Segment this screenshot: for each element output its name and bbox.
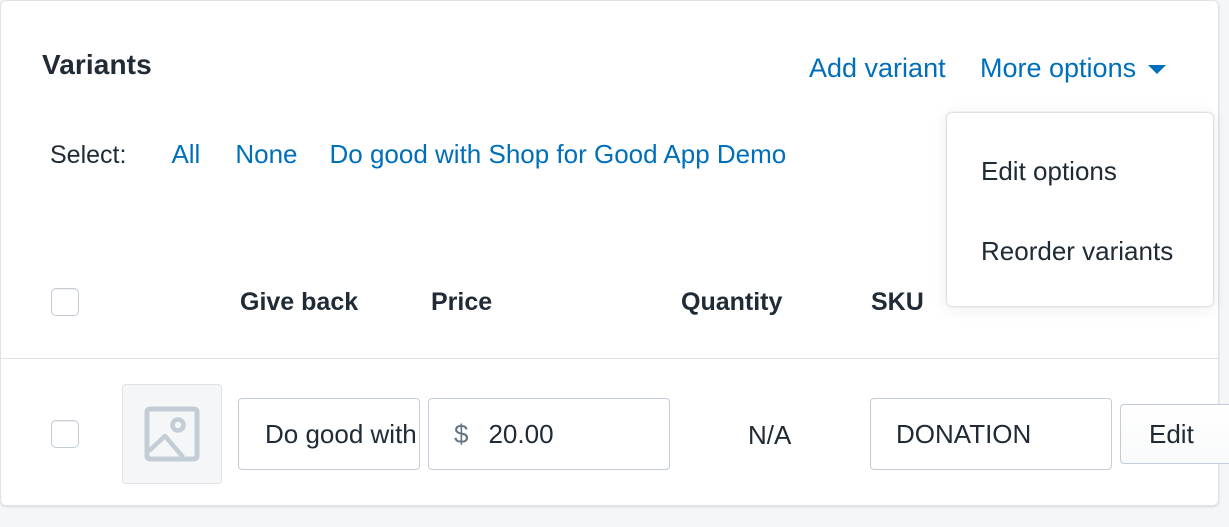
- select-none-link[interactable]: None: [235, 139, 297, 170]
- more-options-menu: Edit options Reorder variants: [946, 112, 1214, 307]
- select-all-checkbox[interactable]: [51, 288, 79, 316]
- column-header-sku: SKU: [871, 288, 924, 316]
- variant-thumbnail[interactable]: [122, 384, 222, 484]
- column-header-price: Price: [431, 288, 493, 316]
- more-options-button[interactable]: More options: [980, 53, 1167, 84]
- edit-button-label: Edit: [1149, 418, 1194, 449]
- variants-card: Variants Add variant More options Select…: [0, 0, 1229, 506]
- price-input[interactable]: $ 20.00: [428, 398, 670, 470]
- quantity-value: N/A: [748, 420, 792, 450]
- give-back-value: Do good with Shop for Good App Demo: [265, 418, 419, 449]
- caret-down-icon: [1148, 65, 1167, 74]
- select-all-link[interactable]: All: [171, 139, 200, 170]
- row-checkbox[interactable]: [51, 420, 79, 448]
- edit-variant-button[interactable]: Edit: [1120, 404, 1229, 464]
- add-variant-link[interactable]: Add variant: [809, 53, 946, 84]
- sku-input[interactable]: DONATION: [870, 398, 1112, 470]
- select-label: Select:: [50, 141, 127, 169]
- table-divider: [1, 358, 1220, 359]
- sku-value: DONATION: [896, 418, 1032, 449]
- price-value: 20.00: [488, 418, 554, 449]
- column-header-give-back: Give back: [240, 288, 359, 316]
- column-header-quantity: Quantity: [681, 288, 783, 316]
- image-placeholder-icon: [144, 406, 200, 462]
- menu-item-edit-options[interactable]: Edit options: [981, 156, 1117, 187]
- select-option-link[interactable]: Do good with Shop for Good App Demo: [330, 139, 787, 170]
- select-bar: Select: All None Do good with Shop for G…: [50, 139, 786, 170]
- card-title: Variants: [42, 49, 152, 80]
- menu-item-reorder-variants[interactable]: Reorder variants: [981, 236, 1173, 267]
- currency-symbol: $: [454, 418, 469, 449]
- give-back-input[interactable]: Do good with Shop for Good App Demo: [238, 398, 420, 470]
- more-options-label: More options: [980, 53, 1137, 83]
